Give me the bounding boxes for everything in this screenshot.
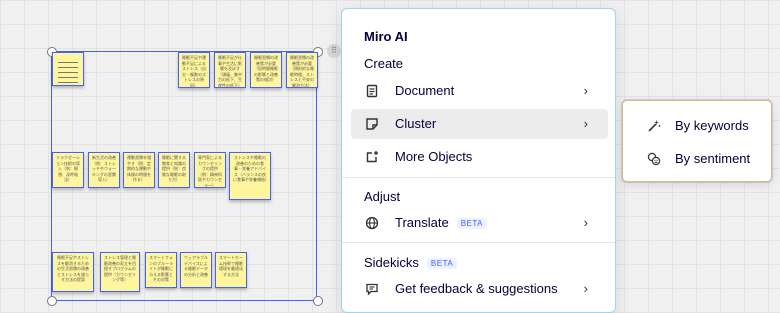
document-icon	[366, 84, 378, 98]
chevron-right-icon: ›	[583, 83, 588, 98]
document-menu-item[interactable]: Document ›	[351, 76, 608, 106]
adjust-section-label: Adjust	[364, 189, 401, 204]
cluster-label: Cluster	[395, 116, 437, 131]
resize-handle-bottom-left[interactable]	[47, 296, 57, 306]
sticky-note[interactable]: 専門家によるカウンセリングの提供（例：精神科医やカウンセラー）	[194, 152, 226, 188]
by-sentiment-menu-item[interactable]: By sentiment	[631, 145, 765, 173]
menu-title: Miro AI	[364, 29, 408, 44]
sticky-note[interactable]: 新生活の改善（例：ストレッチやウォーキングの習慣導入）	[88, 152, 120, 188]
translate-menu-item[interactable]: Translate BETA ›	[351, 208, 608, 238]
more-objects-menu-item[interactable]: More Objects	[351, 142, 608, 172]
sticky-note[interactable]: ストレス管理と睡眠改善の両立を目指すプログラムの提供（カウンセリング等）	[100, 252, 140, 292]
document-label: Document	[395, 83, 455, 98]
sticky-note[interactable]: 睡眠不足やストレスを解消するための生活習慣の改善とストレスを減らす方法の提案	[52, 252, 94, 292]
sticky-note[interactable]: 睡眠不足や運動不足によるストレス（自分・複数のストレスの原因）	[178, 52, 210, 88]
sticky-note[interactable]: 睡眠習慣の改善策が必要（短時間睡眠の影響と改善策の検討）	[250, 52, 282, 88]
get-feedback-menu-item[interactable]: Get feedback & suggestions ›	[351, 274, 608, 304]
sticky-note[interactable]: スマートホーム技術で睡眠環境を最適化する方法	[215, 252, 247, 288]
sticky-note-lines[interactable]	[52, 52, 84, 86]
sticky-note[interactable]: 睡眠不足が仕事や生活に影響を及ぼす（頭痛、集中力の低下、生産性の低下）	[214, 52, 246, 88]
create-section-label: Create	[364, 56, 404, 71]
divider	[342, 242, 615, 243]
cluster-submenu: By keywords By sentiment	[622, 100, 772, 182]
sentiment-icon	[647, 152, 661, 166]
resize-handle-bottom-right[interactable]	[313, 296, 323, 306]
magic-wand-icon	[648, 120, 661, 132]
add-object-icon	[366, 151, 378, 163]
sticky-note[interactable]: 睡眠に関する教育と知識の提供（例：良質な睡眠の取り方）	[158, 152, 190, 188]
sticky-note[interactable]: ウェアラブルデバイスによる睡眠データの分析と改善	[180, 252, 212, 288]
sticky-note[interactable]: スマートフォンのブルーライトが睡眠に与える影響とその対策	[145, 252, 177, 288]
translate-label: Translate BETA	[395, 215, 488, 230]
beta-badge: BETA	[426, 258, 458, 270]
chevron-right-icon: ›	[583, 215, 588, 230]
sticky-cluster-icon	[366, 118, 378, 130]
sticky-note[interactable]: リラクゼーション技術の導入（例：瞑想、深呼吸法）	[52, 152, 84, 188]
more-options-icon[interactable]: ⠿	[327, 44, 341, 58]
divider	[342, 177, 615, 178]
chevron-right-icon: ›	[583, 281, 588, 296]
comment-icon	[366, 283, 378, 296]
by-keywords-label: By keywords	[675, 118, 749, 133]
globe-icon	[365, 216, 379, 230]
sticky-note[interactable]: 運動習慣を増やす（例：定期的な運動や体操の時間を作る）	[123, 152, 155, 188]
by-keywords-menu-item[interactable]: By keywords	[631, 112, 765, 140]
sidekicks-text: Sidekicks	[364, 255, 419, 270]
sticky-note[interactable]: ストレスや睡眠の改善のための食事・栄養アドバイス（バランスの良い食事や栄養補給）	[229, 152, 271, 200]
cluster-menu-item[interactable]: Cluster ›	[351, 109, 608, 139]
chevron-right-icon: ›	[583, 116, 588, 131]
sidekicks-section-label: Sidekicks BETA	[364, 255, 458, 270]
beta-badge: BETA	[456, 218, 488, 230]
sticky-note[interactable]: 睡眠習慣の改善策が必要（規則的な睡眠時間、ストレスと不安の解消方法）	[286, 52, 318, 88]
get-feedback-label: Get feedback & suggestions	[395, 281, 558, 296]
more-objects-label: More Objects	[395, 149, 473, 164]
by-sentiment-label: By sentiment	[675, 151, 751, 166]
translate-text: Translate	[395, 215, 449, 230]
miro-ai-menu: Miro AI Create Document › Cluster › More…	[341, 8, 616, 313]
